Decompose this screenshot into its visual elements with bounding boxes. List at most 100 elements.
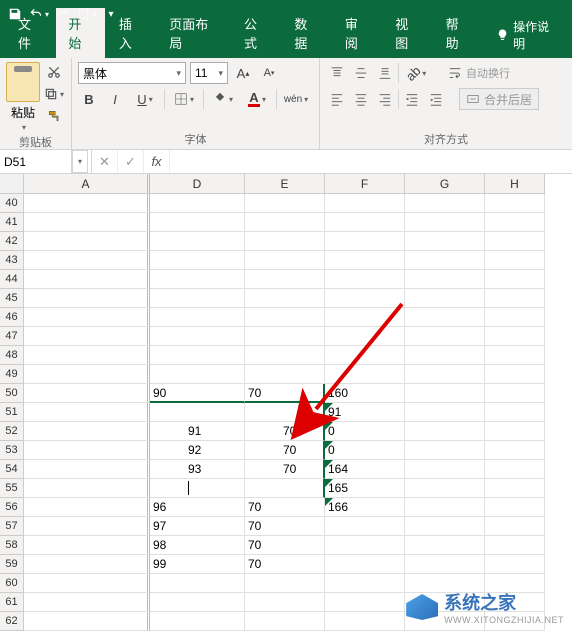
- cell-H43[interactable]: [485, 251, 545, 270]
- row-header-50[interactable]: 50: [0, 384, 24, 403]
- decrease-font-button[interactable]: A▾: [258, 62, 280, 84]
- cell-H58[interactable]: [485, 536, 545, 555]
- cell-E45[interactable]: [245, 289, 325, 308]
- cell-F60[interactable]: [325, 574, 405, 593]
- align-middle-button[interactable]: [350, 62, 372, 84]
- cell-F42[interactable]: [325, 232, 405, 251]
- cell-E55[interactable]: [245, 479, 325, 498]
- cell-D43[interactable]: [150, 251, 245, 270]
- tab-review[interactable]: 审阅: [333, 8, 381, 58]
- font-size-select[interactable]: 11 ▾: [190, 62, 228, 84]
- tab-view[interactable]: 视图: [383, 8, 431, 58]
- row-header-59[interactable]: 59: [0, 555, 24, 574]
- cell-F54[interactable]: 164: [325, 460, 405, 479]
- row-header-55[interactable]: 55: [0, 479, 24, 498]
- cell-H57[interactable]: [485, 517, 545, 536]
- cell-H45[interactable]: [485, 289, 545, 308]
- cell-A57[interactable]: [24, 517, 150, 536]
- cell-A53[interactable]: [24, 441, 150, 460]
- cell-G48[interactable]: [405, 346, 485, 365]
- cell-F40[interactable]: [325, 194, 405, 213]
- tab-insert[interactable]: 插入: [107, 8, 155, 58]
- cell-F47[interactable]: [325, 327, 405, 346]
- row-header-58[interactable]: 58: [0, 536, 24, 555]
- align-center-button[interactable]: [350, 88, 372, 110]
- column-header-E[interactable]: E: [245, 174, 325, 194]
- row-header-62[interactable]: 62: [0, 612, 24, 631]
- cell-D47[interactable]: [150, 327, 245, 346]
- cell-E40[interactable]: [245, 194, 325, 213]
- cell-D53[interactable]: 92: [150, 441, 245, 460]
- formula-input[interactable]: [170, 150, 572, 173]
- cell-F56[interactable]: 166: [325, 498, 405, 517]
- row-header-47[interactable]: 47: [0, 327, 24, 346]
- cell-G58[interactable]: [405, 536, 485, 555]
- paste-button[interactable]: 粘贴 ▾: [6, 62, 40, 132]
- cell-F49[interactable]: [325, 365, 405, 384]
- cell-H48[interactable]: [485, 346, 545, 365]
- column-header-A[interactable]: A: [24, 174, 150, 194]
- cell-D45[interactable]: [150, 289, 245, 308]
- cell-D61[interactable]: [150, 593, 245, 612]
- name-box-dropdown[interactable]: ▾: [72, 150, 88, 173]
- cell-D46[interactable]: [150, 308, 245, 327]
- cell-D59[interactable]: 99: [150, 555, 245, 574]
- cell-D55[interactable]: [150, 479, 245, 498]
- cell-E62[interactable]: [245, 612, 325, 631]
- cell-G51[interactable]: [405, 403, 485, 422]
- cell-H49[interactable]: [485, 365, 545, 384]
- cell-E53[interactable]: 70: [245, 441, 325, 460]
- cell-D49[interactable]: [150, 365, 245, 384]
- row-header-57[interactable]: 57: [0, 517, 24, 536]
- row-header-48[interactable]: 48: [0, 346, 24, 365]
- cell-E59[interactable]: 70: [245, 555, 325, 574]
- cell-F53[interactable]: 0: [325, 441, 405, 460]
- cell-A43[interactable]: [24, 251, 150, 270]
- cell-D56[interactable]: 96: [150, 498, 245, 517]
- align-top-button[interactable]: [326, 62, 348, 84]
- cell-H56[interactable]: [485, 498, 545, 517]
- cell-G45[interactable]: [405, 289, 485, 308]
- cell-G56[interactable]: [405, 498, 485, 517]
- cell-D41[interactable]: [150, 213, 245, 232]
- cancel-formula-button[interactable]: ✕: [92, 150, 118, 173]
- cell-F62[interactable]: [325, 612, 405, 631]
- cell-A45[interactable]: [24, 289, 150, 308]
- cell-D62[interactable]: [150, 612, 245, 631]
- insert-function-button[interactable]: fx: [144, 150, 170, 173]
- border-button[interactable]: ▾: [169, 88, 199, 110]
- cell-E60[interactable]: [245, 574, 325, 593]
- cell-H40[interactable]: [485, 194, 545, 213]
- tab-page-layout[interactable]: 页面布局: [157, 8, 230, 58]
- cell-G52[interactable]: [405, 422, 485, 441]
- cell-D44[interactable]: [150, 270, 245, 289]
- cell-H47[interactable]: [485, 327, 545, 346]
- fill-color-button[interactable]: ▾: [208, 88, 238, 110]
- align-left-button[interactable]: [326, 88, 348, 110]
- cell-H46[interactable]: [485, 308, 545, 327]
- enter-formula-button[interactable]: ✓: [118, 150, 144, 173]
- row-header-61[interactable]: 61: [0, 593, 24, 612]
- italic-button[interactable]: I: [104, 88, 126, 110]
- column-header-F[interactable]: F: [325, 174, 405, 194]
- cell-H50[interactable]: [485, 384, 545, 403]
- cell-A42[interactable]: [24, 232, 150, 251]
- cell-H41[interactable]: [485, 213, 545, 232]
- row-header-51[interactable]: 51: [0, 403, 24, 422]
- font-name-select[interactable]: 黑体 ▾: [78, 62, 186, 84]
- cell-E56[interactable]: 70: [245, 498, 325, 517]
- row-header-53[interactable]: 53: [0, 441, 24, 460]
- cell-E61[interactable]: [245, 593, 325, 612]
- decrease-indent-button[interactable]: [401, 88, 423, 110]
- increase-indent-button[interactable]: [425, 88, 447, 110]
- tab-data[interactable]: 数据: [282, 8, 330, 58]
- tab-file[interactable]: 文件: [6, 8, 54, 58]
- wrap-text-button[interactable]: 自动换行: [443, 62, 515, 84]
- cell-A49[interactable]: [24, 365, 150, 384]
- cell-E57[interactable]: 70: [245, 517, 325, 536]
- cell-E54[interactable]: 70: [245, 460, 325, 479]
- cell-G41[interactable]: [405, 213, 485, 232]
- cell-F50[interactable]: 160: [325, 384, 405, 403]
- cell-D54[interactable]: 93: [150, 460, 245, 479]
- row-header-40[interactable]: 40: [0, 194, 24, 213]
